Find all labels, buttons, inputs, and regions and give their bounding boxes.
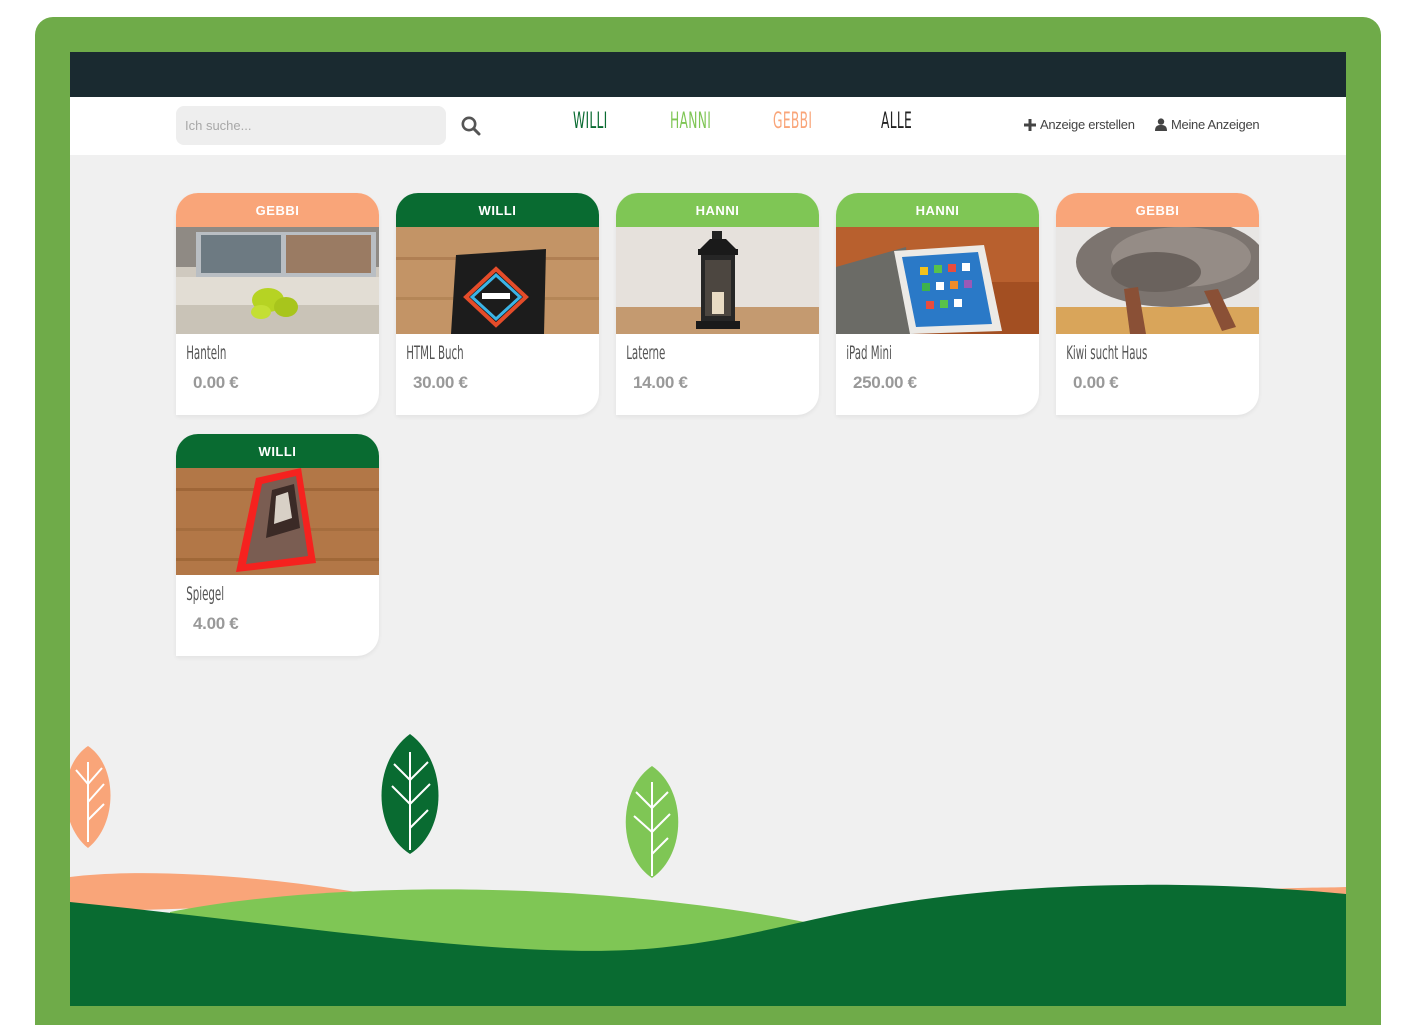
nav-hanni[interactable]: HANNI: [670, 109, 711, 134]
listing-title: iPad Mini: [846, 342, 892, 364]
listing-card[interactable]: HANNI Laterne 14.00 €: [616, 193, 819, 415]
listing-price: 0.00 €: [193, 373, 239, 392]
listing-card[interactable]: GEBBI Hanteln 0.00 €: [176, 193, 379, 415]
listing-price: 0.00 €: [1073, 373, 1119, 392]
category-badge: HANNI: [616, 193, 819, 227]
listing-price: 4.00 €: [193, 614, 239, 633]
listing-price: 250.00 €: [853, 373, 917, 392]
app-screen: WILLI HANNI GEBBI ALLE Anzeige erstellen…: [70, 52, 1346, 1006]
listing-title: HTML Buch: [406, 342, 464, 364]
search-input[interactable]: [176, 106, 446, 145]
my-ads-link[interactable]: Meine Anzeigen: [1155, 117, 1260, 132]
category-badge: WILLI: [176, 434, 379, 468]
search-icon[interactable]: [460, 115, 482, 137]
leaf-lightgreen-icon: [625, 766, 679, 878]
category-badge: WILLI: [396, 193, 599, 227]
listing-title: Laterne: [626, 342, 666, 364]
category-badge: HANNI: [836, 193, 1039, 227]
category-badge: GEBBI: [1056, 193, 1259, 227]
navbar: WILLI HANNI GEBBI ALLE Anzeige erstellen…: [70, 97, 1346, 155]
nav-alle[interactable]: ALLE: [881, 109, 912, 134]
listing-image: [836, 227, 1039, 334]
listing-price: 14.00 €: [633, 373, 688, 392]
listing-card[interactable]: HANNI iPad Mini 250.00 €: [836, 193, 1039, 415]
create-ad-link[interactable]: Anzeige erstellen: [1024, 117, 1135, 132]
user-icon: [1155, 118, 1167, 131]
listing-image: [396, 227, 599, 334]
listing-card[interactable]: WILLI HTML Buch 30.00 €: [396, 193, 599, 415]
listing-image: [176, 468, 379, 575]
listing-price: 30.00 €: [413, 373, 468, 392]
listing-title: Kiwi sucht Haus: [1066, 342, 1148, 364]
leaf-darkgreen-icon: [381, 734, 439, 854]
listing-image: [616, 227, 819, 334]
nav-gebbi[interactable]: GEBBI: [773, 109, 812, 134]
leaf-orange-icon: [70, 746, 111, 848]
top-bar: [70, 52, 1346, 97]
listing-image: [176, 227, 379, 334]
nav-willi[interactable]: WILLI: [573, 109, 608, 134]
listing-title: Spiegel: [186, 583, 225, 605]
my-ads-label: Meine Anzeigen: [1171, 117, 1260, 132]
listing-title: Hanteln: [186, 342, 227, 364]
listing-card[interactable]: WILLI Spiegel 4.00 €: [176, 434, 379, 656]
category-badge: GEBBI: [176, 193, 379, 227]
listing-image: [1056, 227, 1259, 334]
create-ad-label: Anzeige erstellen: [1040, 117, 1135, 132]
landscape-decoration: [70, 734, 1346, 1006]
listing-card[interactable]: GEBBI Kiwi sucht Haus 0.00 €: [1056, 193, 1259, 415]
plus-icon: [1024, 118, 1036, 131]
